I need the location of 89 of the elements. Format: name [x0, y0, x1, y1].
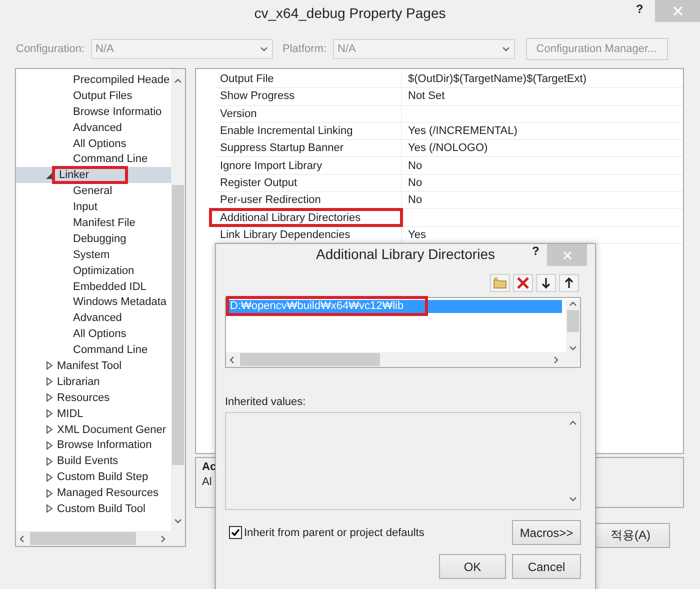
tree-item[interactable]: MIDL [57, 408, 84, 420]
dialog-title: Additional Library Directories [316, 246, 495, 262]
tree-item[interactable]: Custom Build Tool [57, 502, 146, 515]
vertical-scrollbar[interactable] [566, 300, 580, 352]
property-name[interactable]: Register Output [214, 174, 402, 192]
ok-button[interactable]: OK [439, 554, 506, 579]
window-title: cv_x64_debug Property Pages [254, 5, 446, 21]
property-value[interactable]: Yes [402, 226, 426, 243]
tree-item[interactable]: Precompiled Heade [73, 74, 170, 86]
chevron-up-icon[interactable] [569, 419, 577, 427]
tree-item[interactable]: XML Document Gener [57, 424, 166, 436]
chevron-left-icon[interactable] [18, 534, 26, 542]
tree-item[interactable]: Manifest File [73, 216, 136, 229]
property-name[interactable]: Enable Incremental Linking [214, 122, 402, 140]
collapsed-triangle-icon[interactable] [46, 409, 53, 418]
property-value[interactable]: No [402, 174, 422, 192]
tree-item[interactable]: Build Events [57, 455, 118, 468]
collapsed-triangle-icon[interactable] [46, 472, 53, 482]
collapsed-triangle-icon[interactable] [46, 393, 53, 402]
property-value[interactable]: Yes (/INCREMENTAL) [402, 122, 518, 140]
tree-item[interactable]: Input [73, 201, 98, 214]
configuration-label: Configuration: [16, 43, 84, 55]
property-name[interactable]: Output File [214, 71, 402, 88]
collapsed-triangle-icon[interactable] [46, 425, 53, 434]
delete-icon[interactable] [513, 274, 533, 292]
chevron-down-icon[interactable] [260, 45, 268, 53]
chevron-left-icon[interactable] [228, 356, 236, 364]
expanded-triangle-icon[interactable] [46, 172, 53, 179]
tree-item[interactable]: Advanced [73, 312, 122, 324]
collapsed-triangle-icon[interactable] [46, 504, 53, 514]
tree-item[interactable]: Command Line [73, 344, 148, 356]
property-value[interactable]: No [402, 192, 422, 208]
horizontal-scrollbar[interactable] [226, 352, 580, 367]
tree-item[interactable]: Resources [57, 392, 110, 404]
property-value[interactable]: No [402, 157, 422, 174]
chevron-down-icon[interactable] [502, 45, 510, 53]
close-icon [672, 6, 682, 16]
tree-item[interactable]: Debugging [73, 232, 126, 245]
checkbox[interactable] [229, 526, 242, 539]
property-name[interactable]: Additional Library Directories [210, 209, 402, 226]
chevron-right-icon[interactable] [552, 356, 560, 364]
chevron-down-icon[interactable] [569, 495, 577, 503]
tree-item[interactable]: Command Line [73, 153, 148, 166]
collapsed-triangle-icon[interactable] [46, 488, 53, 498]
chevron-up-icon[interactable] [174, 77, 182, 85]
collapsed-triangle-icon[interactable] [46, 440, 53, 450]
help-button[interactable]: ? [532, 244, 540, 258]
collapsed-triangle-icon[interactable] [46, 456, 53, 466]
tree-item[interactable]: Managed Resources [57, 487, 159, 500]
property-name[interactable]: Show Progress [214, 88, 402, 105]
tree-item[interactable]: Custom Build Step [57, 471, 148, 484]
cancel-button[interactable]: Cancel [512, 554, 581, 579]
tree-item[interactable]: General [73, 185, 112, 198]
tree-item[interactable]: Browse Information [57, 439, 152, 452]
tree-item[interactable]: Optimization [73, 264, 134, 277]
chevron-up-icon[interactable] [569, 300, 577, 308]
help-button[interactable]: ? [636, 2, 644, 16]
property-name[interactable]: Per-user Redirection [214, 192, 402, 208]
tree-item[interactable]: Manifest Tool [57, 360, 122, 372]
tree-item[interactable]: Windows Metadata [73, 296, 167, 308]
macros-button[interactable]: Macros>> [512, 520, 581, 545]
property-name[interactable]: Version [214, 106, 402, 122]
collapsed-triangle-icon[interactable] [46, 361, 53, 370]
new-folder-icon[interactable] [490, 274, 510, 292]
chevron-down-icon[interactable] [174, 517, 182, 525]
property-value[interactable]: Not Set [402, 88, 445, 105]
platform-label: Platform: [282, 43, 327, 55]
property-value[interactable]: Yes (/NOLOGO) [402, 140, 488, 156]
tree-item[interactable]: Browse Informatio [73, 106, 162, 118]
property-name[interactable]: Suppress Startup Banner [214, 140, 402, 156]
tree-item[interactable]: Embedded IDL [73, 280, 146, 293]
collapsed-triangle-icon[interactable] [46, 377, 53, 386]
inherited-values-label: Inherited values: [225, 396, 307, 408]
chevron-right-icon[interactable] [159, 534, 167, 542]
vertical-scrollbar[interactable] [171, 69, 185, 531]
close-icon [562, 250, 572, 260]
description-text: Ac [202, 460, 218, 476]
tree-item[interactable]: All Options [73, 138, 126, 150]
chevron-down-icon[interactable] [569, 344, 577, 352]
tree-item[interactable]: All Options [73, 328, 126, 340]
property-value[interactable]: $(OutDir)$(TargetName)$(TargetExt) [402, 71, 586, 88]
property-name[interactable]: Ignore Import Library [214, 157, 402, 174]
tree-item[interactable]: Advanced [73, 122, 122, 134]
horizontal-scrollbar[interactable] [16, 531, 185, 546]
tree-item[interactable]: Output Files [73, 90, 132, 102]
checkbox-label[interactable]: Inherit from parent or project defaults [244, 526, 424, 538]
tree-item[interactable]: System [73, 248, 110, 261]
tree-item[interactable]: Librarian [57, 376, 100, 388]
description-text: Al [202, 475, 213, 490]
